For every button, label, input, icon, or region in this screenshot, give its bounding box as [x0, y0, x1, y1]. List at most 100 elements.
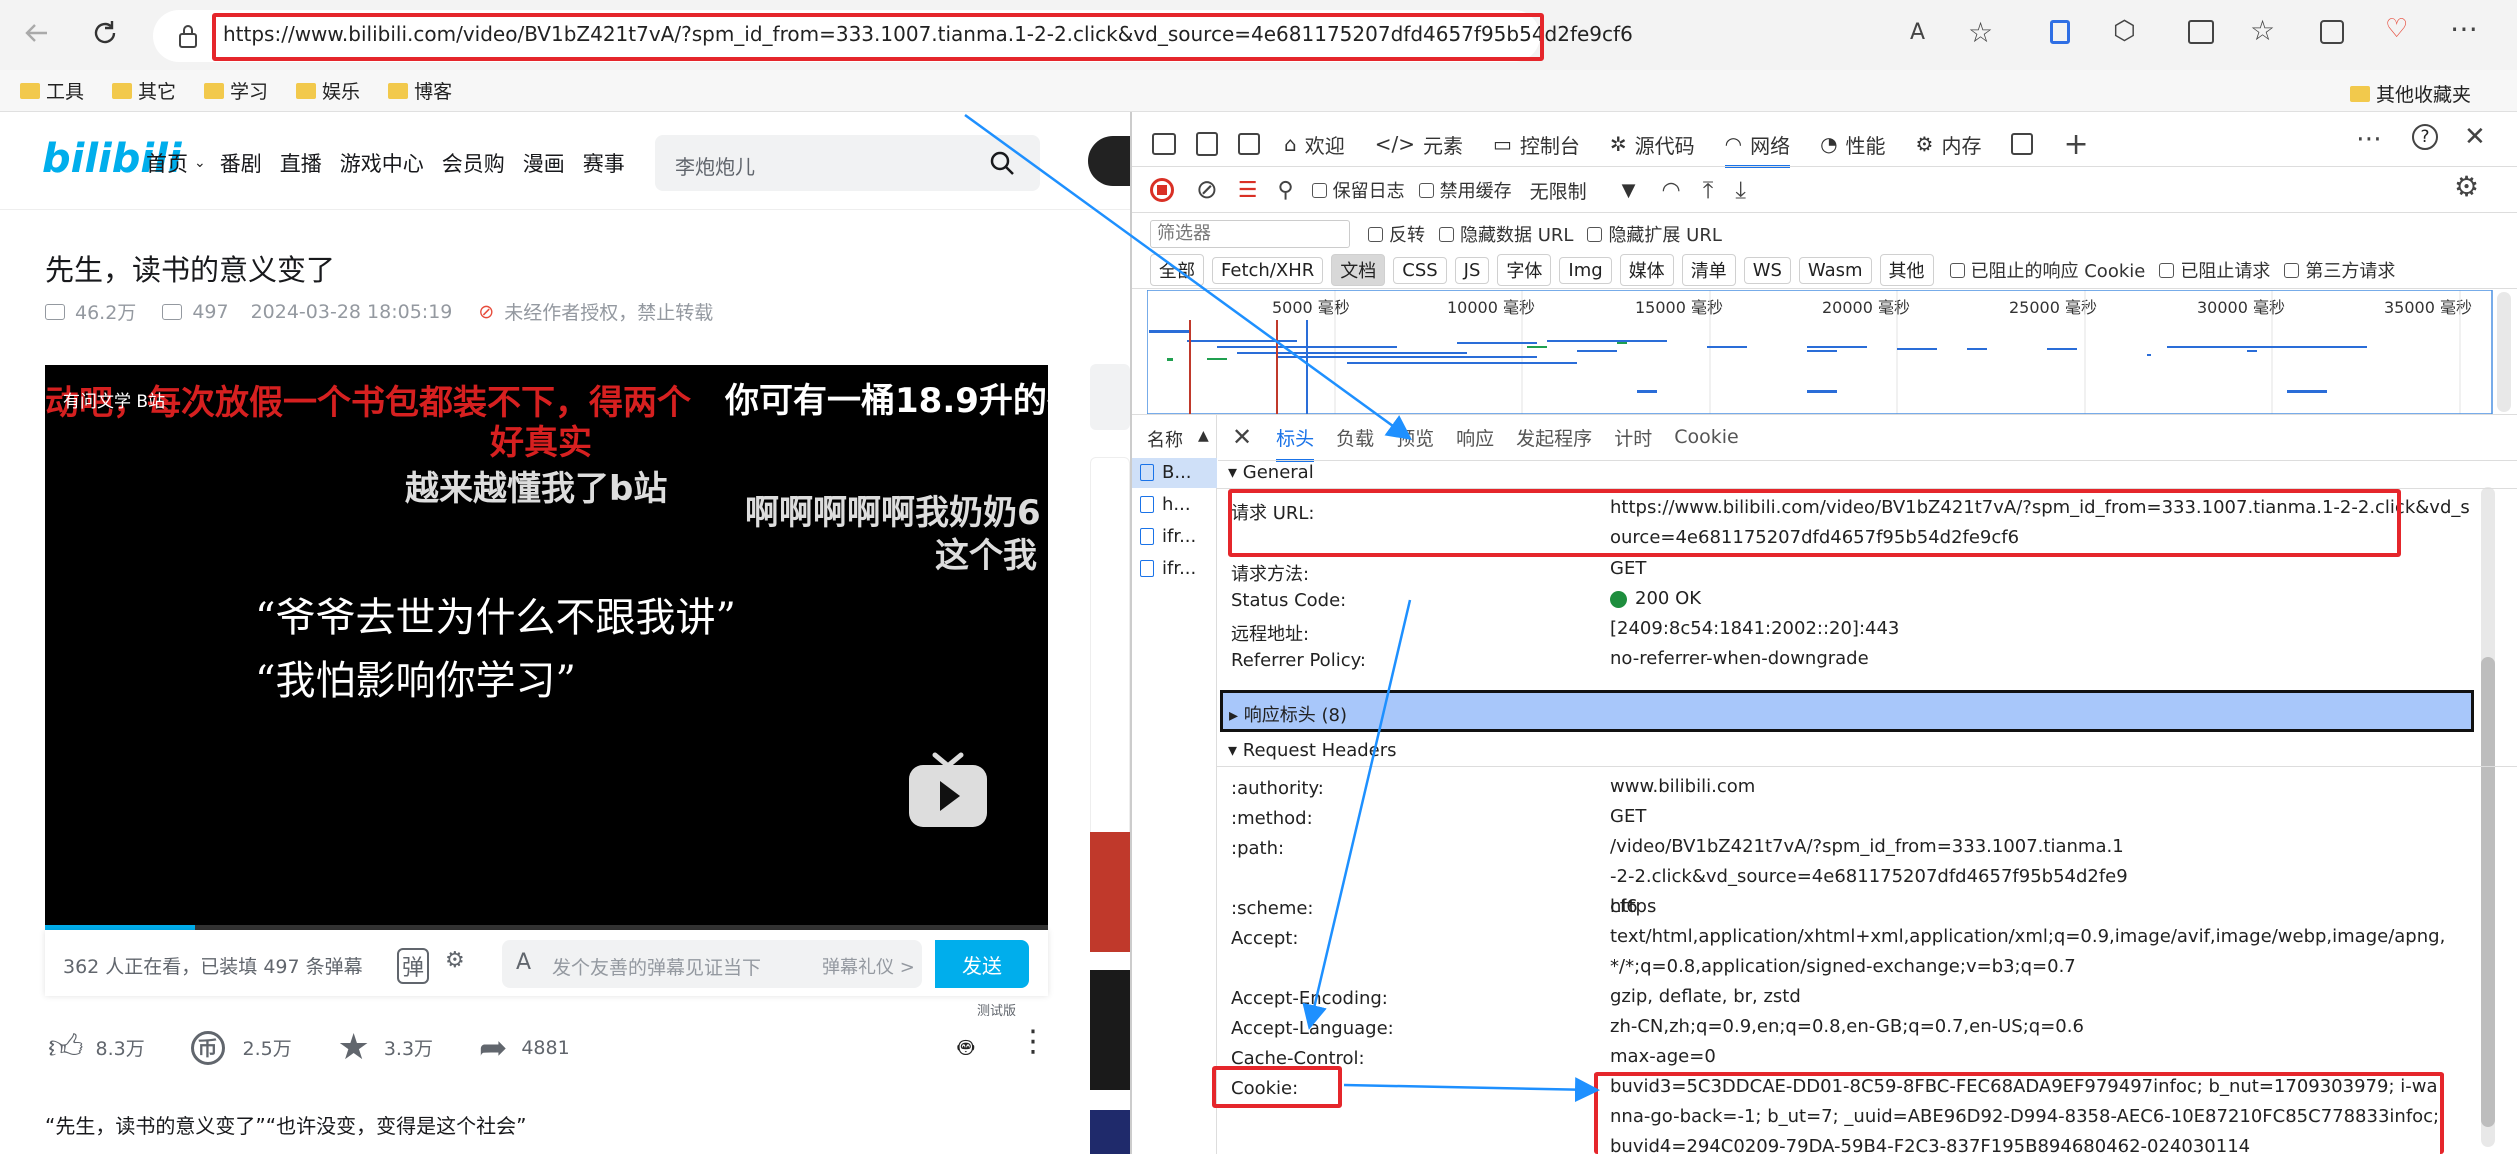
tab-payload[interactable]: 负载 — [1336, 424, 1374, 451]
sort-icon[interactable]: ▲ — [1198, 428, 1209, 444]
filter-clear-icon[interactable]: ☰ — [1238, 178, 1258, 203]
favorites-icon[interactable]: ☆ — [2250, 14, 2275, 47]
type-filter-doc[interactable]: 文档 — [1331, 254, 1386, 286]
disable-cache-checkbox[interactable]: 禁用缓存 — [1418, 177, 1512, 203]
refresh-icon[interactable] — [90, 18, 120, 48]
send-button[interactable]: 发送 — [935, 940, 1029, 988]
back-icon[interactable] — [22, 18, 52, 48]
blocked-cookies-checkbox[interactable]: 已阻止的响应 Cookie — [1949, 257, 2145, 283]
hide-extension-url-checkbox[interactable]: 隐藏扩展 URL — [1587, 221, 1722, 247]
type-filter-all[interactable]: 全部 — [1150, 254, 1204, 286]
star-icon[interactable]: ☆ — [1968, 16, 1993, 49]
tab-timing[interactable]: 计时 — [1614, 424, 1652, 451]
help-icon[interactable]: ? — [2412, 124, 2438, 150]
close-icon[interactable]: ✕ — [2464, 122, 2486, 152]
type-filter-css[interactable]: CSS — [1393, 256, 1447, 284]
puzzle-icon[interactable]: ⬡ — [2113, 16, 2136, 46]
favorite-icon[interactable]: ★ — [338, 1027, 370, 1068]
request-row-selected[interactable]: B... — [1132, 458, 1217, 488]
avatar[interactable] — [1088, 136, 1130, 186]
device-icon[interactable] — [1196, 132, 1218, 156]
search-icon[interactable]: ⚲ — [1278, 178, 1294, 203]
lock-icon[interactable] — [177, 23, 199, 49]
nav-anime[interactable]: 番剧 — [220, 148, 262, 178]
tab-cookies[interactable]: Cookie — [1674, 426, 1739, 448]
bookmark-folder[interactable]: 博客 — [388, 77, 452, 104]
recommended-thumbnail[interactable] — [1090, 1110, 1130, 1154]
more-icon[interactable]: ⋯ — [2356, 124, 2382, 154]
nav-shop[interactable]: 会员购 — [442, 148, 505, 178]
danmaku-toggle-icon[interactable]: 弹 — [397, 948, 430, 984]
bookmark-folder[interactable]: 工具 — [20, 77, 84, 104]
tab-memory[interactable]: ⚙ 内存 — [1916, 130, 1982, 159]
other-bookmarks[interactable]: 其他收藏夹 — [2350, 80, 2471, 107]
general-section-toggle[interactable]: ▾ General — [1228, 462, 1314, 483]
split-screen-icon[interactable] — [2188, 20, 2214, 44]
coin-icon[interactable]: 币 — [190, 1030, 225, 1065]
tab-panel-icon[interactable] — [2011, 133, 2034, 155]
dock-icon[interactable] — [1238, 133, 1260, 155]
settings-icon[interactable]: ⚙ — [2454, 170, 2479, 203]
response-headers-section[interactable]: ▸ 响应标头 (8) — [1220, 690, 2474, 732]
danmaku-settings-icon[interactable]: ⚙ — [445, 948, 465, 973]
tab-elements[interactable]: </> 元素 — [1375, 130, 1463, 159]
like-icon[interactable]: 👍︎ — [48, 1027, 84, 1068]
bookmark-folder[interactable]: 学习 — [204, 77, 268, 104]
recommended-thumbnail[interactable] — [1090, 970, 1130, 1090]
throttle-select[interactable]: 无限制 — [1530, 177, 1622, 204]
request-row[interactable]: h... — [1132, 490, 1217, 520]
type-filter-wasm[interactable]: Wasm — [1798, 256, 1872, 284]
collections-icon[interactable] — [2320, 20, 2344, 44]
scrollbar-thumb[interactable] — [2481, 657, 2495, 1127]
danmaku-input[interactable]: A 发个友善的弹幕见证当下 弹幕礼仪 > — [502, 940, 922, 988]
video-player[interactable]: 动吧，每次放假一个书包都装不下，得两个 有问文学 B站 你可有一桶18.9升的矿… — [45, 365, 1048, 930]
nav-home[interactable]: 首页 — [146, 148, 188, 178]
nav-esports[interactable]: 赛事 — [583, 148, 625, 178]
blocked-requests-checkbox[interactable]: 已阻止请求 — [2159, 257, 2270, 283]
network-conditions-icon[interactable]: ◠ — [1662, 178, 1681, 203]
invert-checkbox[interactable]: 反转 — [1368, 221, 1425, 247]
tab-headers[interactable]: 标头 — [1276, 424, 1315, 462]
add-tab-icon[interactable]: + — [2063, 127, 2088, 162]
health-icon[interactable]: ♡ — [2385, 14, 2408, 44]
clear-icon[interactable]: ⊘ — [1196, 175, 1218, 205]
hide-data-url-checkbox[interactable]: 隐藏数据 URL — [1439, 221, 1573, 247]
etiquette-link[interactable]: 弹幕礼仪 > — [822, 953, 915, 979]
tab-sources[interactable]: ✲ 源代码 — [1610, 130, 1695, 159]
scrollbar[interactable] — [2497, 292, 2511, 412]
more-icon[interactable]: ⋯ — [2450, 12, 2478, 45]
bookmark-folder[interactable]: 娱乐 — [296, 77, 360, 104]
record-icon[interactable] — [1150, 178, 1174, 202]
upload-icon[interactable]: ⤒ — [1703, 176, 1714, 204]
recommended-thumbnail[interactable] — [1090, 832, 1130, 952]
type-filter-js[interactable]: JS — [1454, 256, 1490, 284]
read-aloud-icon[interactable]: A — [1910, 20, 1925, 45]
request-row[interactable]: ifr... — [1132, 554, 1217, 584]
type-filter-manifest[interactable]: 清单 — [1681, 254, 1736, 286]
name-column-header[interactable]: 名称 — [1147, 426, 1183, 452]
type-filter-font[interactable]: 字体 — [1497, 254, 1552, 286]
download-icon[interactable]: ⤓ — [1735, 176, 1746, 204]
search-icon[interactable] — [988, 149, 1016, 177]
type-filter-xhr[interactable]: Fetch/XHR — [1212, 256, 1324, 284]
tab-performance[interactable]: ◔ 性能 — [1820, 130, 1885, 159]
extension-icon[interactable] — [2050, 20, 2070, 44]
tab-response[interactable]: 响应 — [1456, 424, 1494, 451]
preserve-log-checkbox[interactable]: 保留日志 — [1311, 177, 1405, 203]
play-icon[interactable] — [907, 751, 989, 829]
font-style-icon[interactable]: A — [516, 950, 531, 975]
assistant-icon[interactable]: 🤖︎ — [958, 1030, 974, 1067]
nav-games[interactable]: 游戏中心 — [340, 148, 424, 178]
tab-network[interactable]: ◠ 网络 — [1724, 130, 1791, 168]
nav-live[interactable]: 直播 — [280, 148, 322, 178]
type-filter-media[interactable]: 媒体 — [1619, 254, 1674, 286]
type-filter-other[interactable]: 其他 — [1879, 254, 1934, 286]
inspect-icon[interactable] — [1152, 133, 1176, 155]
tab-console[interactable]: ▭ 控制台 — [1493, 130, 1580, 159]
third-party-checkbox[interactable]: 第三方请求 — [2284, 257, 2395, 283]
bili-search-input[interactable]: 李炮炮儿 — [655, 135, 1040, 191]
tab-initiator[interactable]: 发起程序 — [1516, 424, 1592, 451]
type-filter-ws[interactable]: WS — [1743, 256, 1791, 284]
bookmark-folder[interactable]: 其它 — [112, 77, 176, 104]
filter-input[interactable]: 筛选器 — [1150, 220, 1350, 248]
